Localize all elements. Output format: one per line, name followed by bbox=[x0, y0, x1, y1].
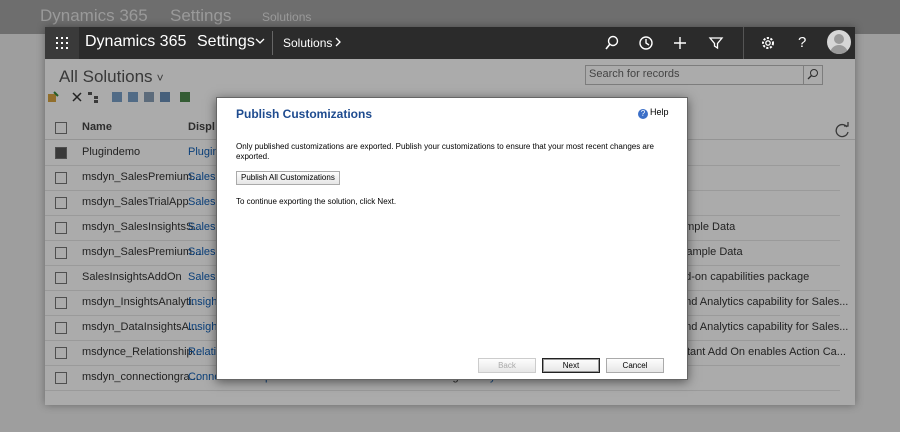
app-brand[interactable]: Dynamics 365 bbox=[85, 33, 186, 51]
help-icon: ? bbox=[638, 109, 648, 119]
background-brand: Dynamics 365 bbox=[40, 6, 148, 25]
nav-divider-right bbox=[743, 27, 744, 59]
chevron-right-icon[interactable] bbox=[334, 37, 342, 47]
top-nav-bar: Dynamics 365 Settings Solutions ? bbox=[45, 27, 855, 59]
avatar[interactable] bbox=[827, 30, 851, 54]
help-label: Help bbox=[650, 107, 669, 117]
next-button[interactable]: Next bbox=[542, 358, 600, 373]
breadcrumb-solutions[interactable]: Solutions bbox=[283, 36, 332, 50]
add-icon[interactable] bbox=[672, 35, 688, 51]
dialog-message: Only published customizations are export… bbox=[236, 142, 654, 161]
nav-divider bbox=[272, 31, 273, 55]
app-launcher-button[interactable] bbox=[45, 27, 79, 59]
background-crumb: Solutions bbox=[262, 10, 312, 24]
help-link[interactable]: ? Help bbox=[638, 107, 669, 119]
chevron-down-icon[interactable] bbox=[255, 36, 265, 46]
help-icon[interactable]: ? bbox=[798, 34, 806, 51]
waffle-icon bbox=[56, 37, 68, 49]
history-icon[interactable] bbox=[638, 35, 654, 51]
search-icon[interactable] bbox=[604, 35, 620, 51]
cancel-button[interactable]: Cancel bbox=[606, 358, 664, 373]
background-area: Settings bbox=[170, 6, 232, 25]
dialog-title: Publish Customizations bbox=[236, 107, 373, 121]
gear-icon[interactable] bbox=[760, 35, 776, 51]
publish-customizations-dialog: Publish Customizations ? Help Only publis… bbox=[216, 97, 688, 380]
filter-icon[interactable] bbox=[708, 35, 724, 51]
continue-instruction: To continue exporting the solution, clic… bbox=[236, 197, 397, 206]
publish-all-customizations-button[interactable]: Publish All Customizations bbox=[236, 171, 340, 185]
area-selector[interactable]: Settings bbox=[197, 33, 255, 51]
back-button[interactable]: Back bbox=[478, 358, 536, 373]
